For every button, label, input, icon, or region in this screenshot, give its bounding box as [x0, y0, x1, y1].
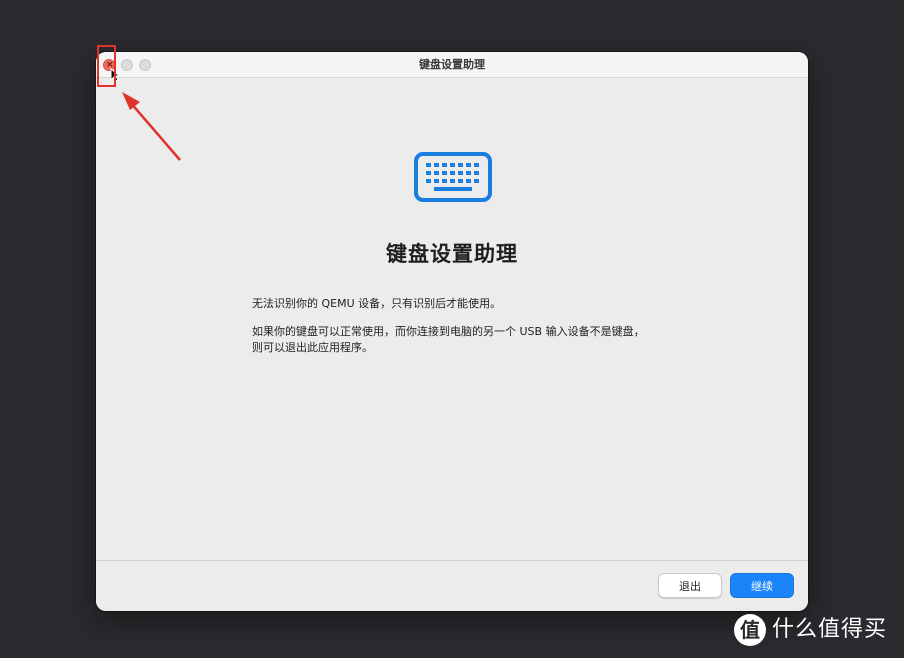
watermark: 值 什么值得买	[734, 612, 898, 648]
keyboard-icon	[414, 152, 492, 202]
annotation-arrow-icon	[122, 92, 181, 161]
quit-hint-line-1: 如果你的键盘可以正常使用，而你连接到电脑的另一个 USB 输入设备不是键盘，	[252, 325, 645, 338]
page-title: 键盘设置助理	[386, 242, 518, 266]
window-title: 键盘设置助理	[419, 58, 485, 71]
keyboard-setup-window: × 键盘设置助理 键盘设置助理 无法识别你的 QEMU 设备，只有识别后才能使用…	[96, 52, 808, 611]
watermark-text: 什么值得买	[772, 617, 888, 642]
main-content: 键盘设置助理 无法识别你的 QEMU 设备，只有识别后才能使用。 如果你的键盘可…	[96, 78, 808, 560]
button-bar: 退出 继续	[96, 560, 808, 611]
quit-hint-message: 如果你的键盘可以正常使用，而你连接到电脑的另一个 USB 输入设备不是键盘， 则…	[252, 324, 712, 356]
continue-button[interactable]: 继续	[730, 573, 794, 598]
quit-hint-line-2: 则可以退出此应用程序。	[252, 341, 373, 354]
quit-button[interactable]: 退出	[658, 573, 722, 598]
title-bar[interactable]: × 键盘设置助理	[96, 52, 808, 78]
unrecognized-device-message: 无法识别你的 QEMU 设备，只有识别后才能使用。	[252, 297, 502, 310]
watermark-logo: 值	[734, 614, 766, 646]
close-button-highlight	[97, 45, 116, 87]
